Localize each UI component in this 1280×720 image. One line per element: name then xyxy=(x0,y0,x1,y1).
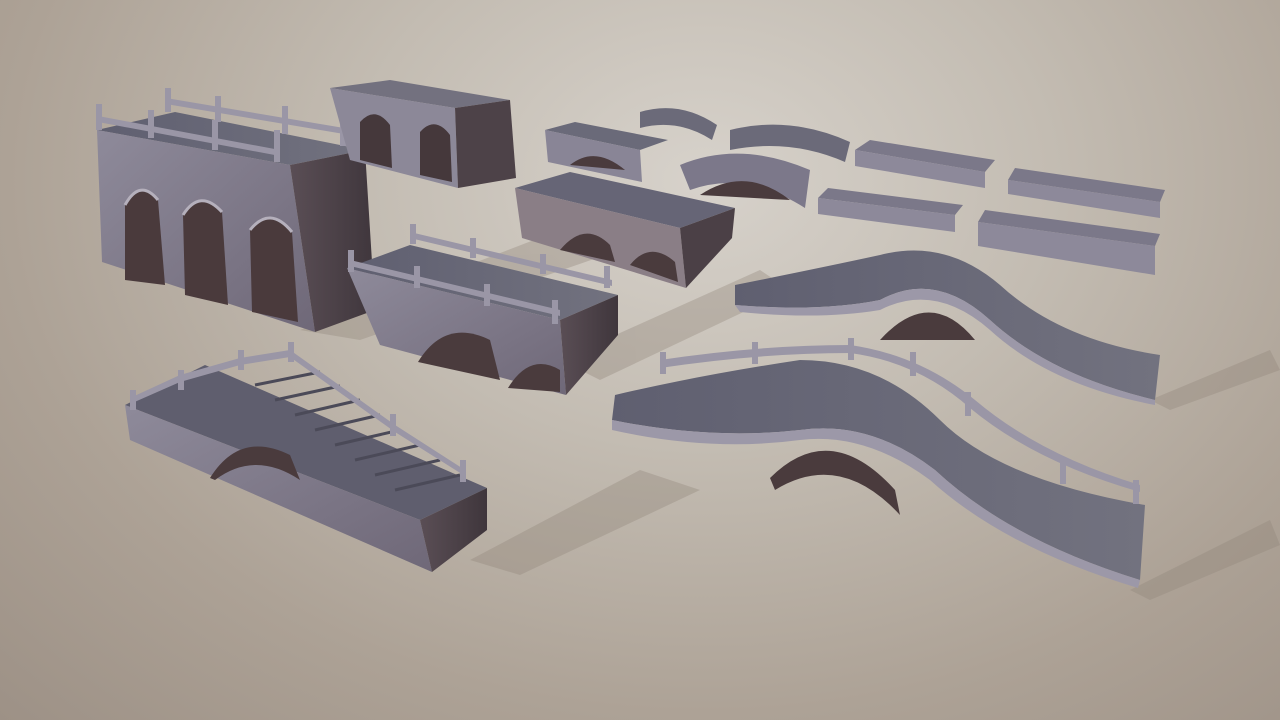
staircase-arch-bridge xyxy=(125,342,487,572)
triple-arch-aqueduct xyxy=(96,88,375,332)
flat-railing-segments xyxy=(818,140,1165,275)
viewport-3d-scene xyxy=(0,0,1280,720)
bridge-collection-render xyxy=(96,80,1280,600)
